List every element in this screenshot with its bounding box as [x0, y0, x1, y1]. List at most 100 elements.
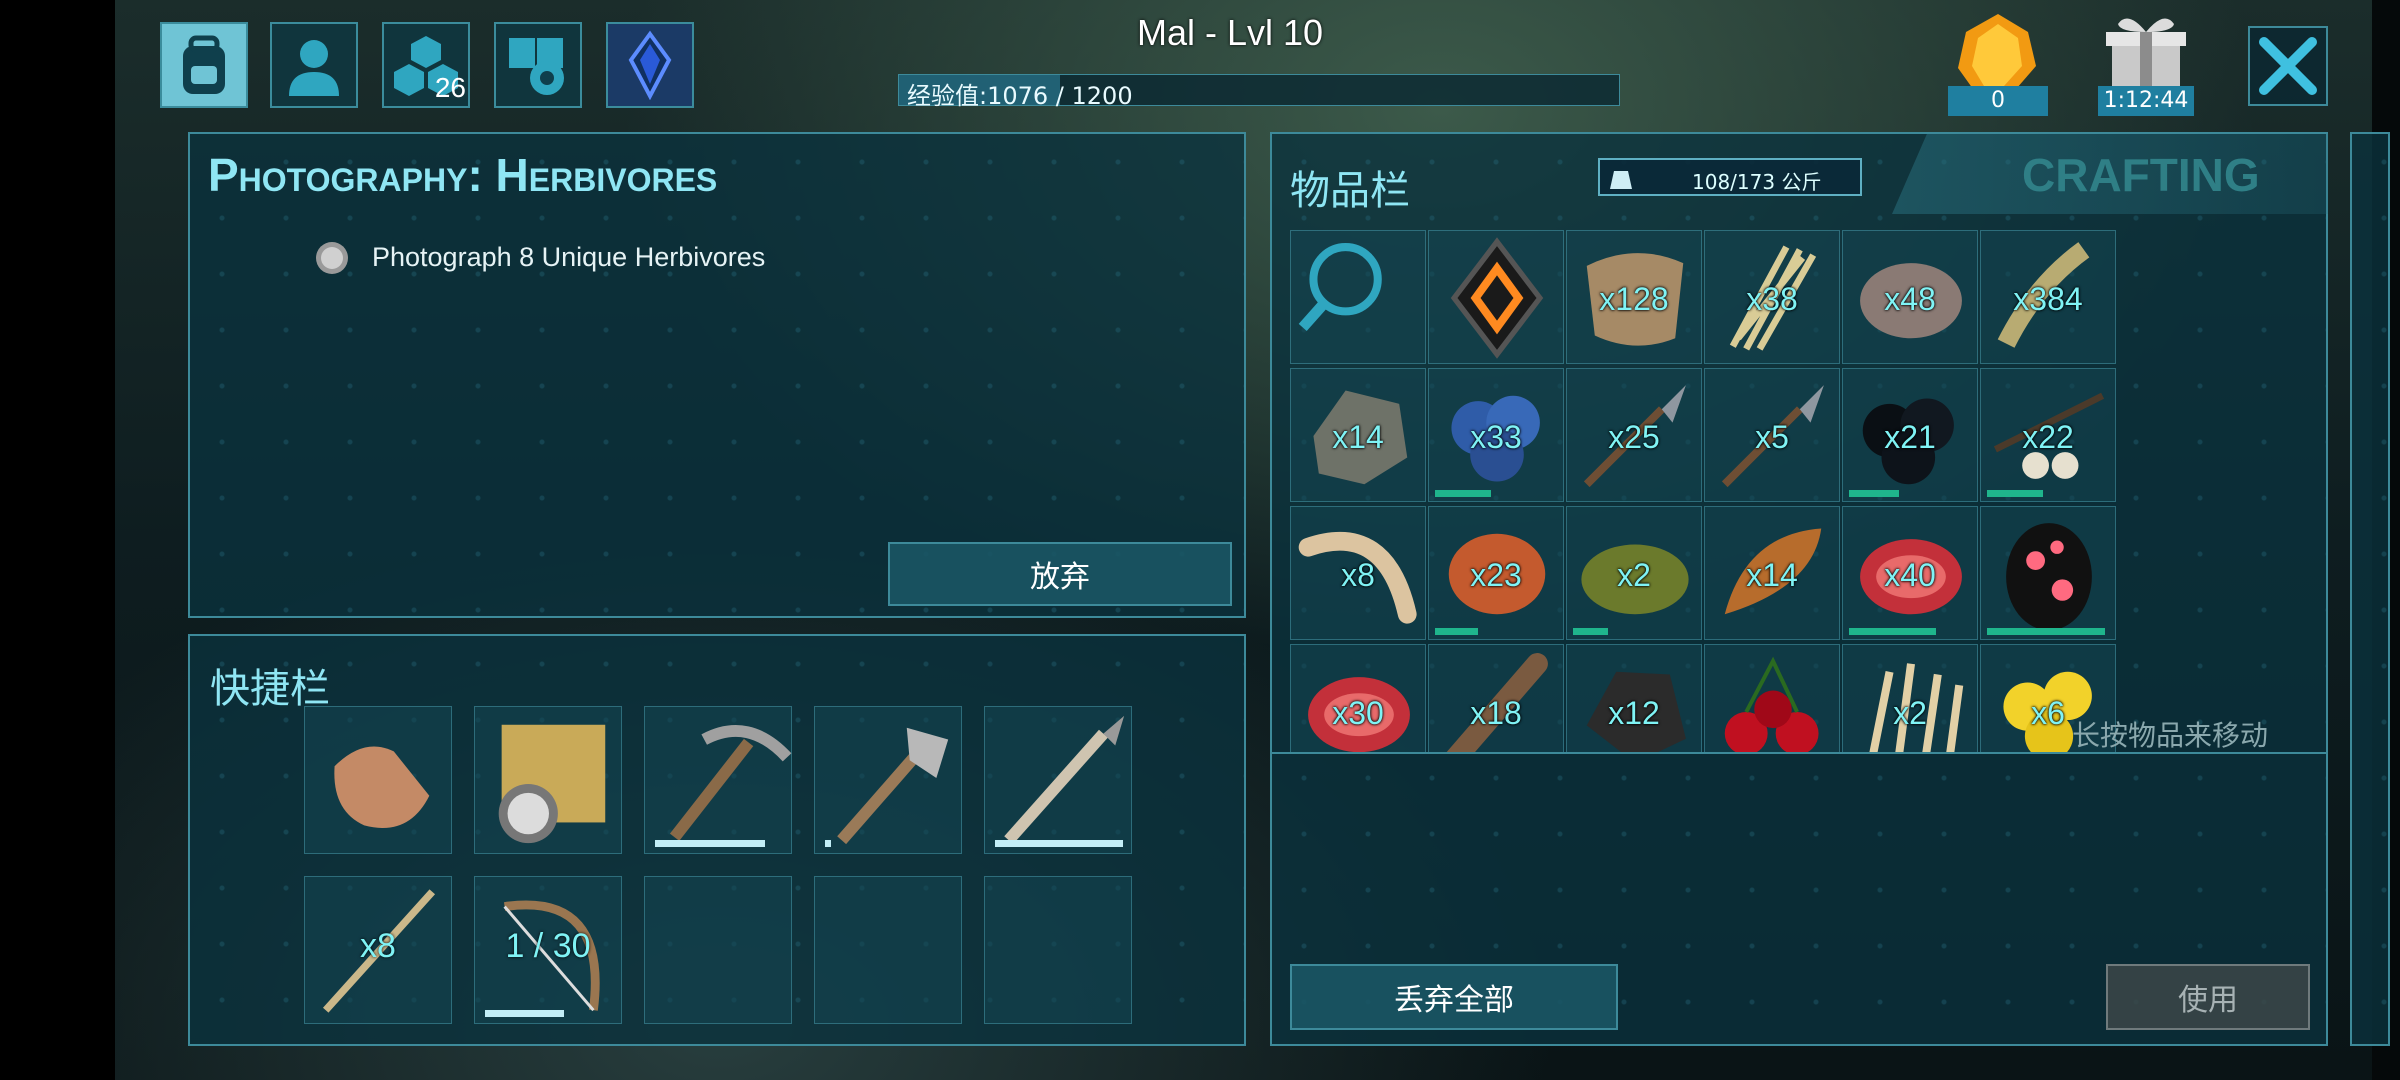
inventory-tab-button[interactable] — [160, 22, 248, 108]
inventory-slot[interactable]: x2 — [1842, 644, 1978, 752]
gift-timer[interactable]: 1:12:44 — [2098, 10, 2194, 116]
inventory-slot[interactable]: x33 — [1428, 368, 1564, 502]
item-quantity: x128 — [1599, 281, 1669, 317]
inventory-slot[interactable]: x14 — [1704, 506, 1840, 640]
spoil-timer-bar — [1435, 490, 1491, 497]
inventory-title: 物品栏 — [1290, 168, 1410, 214]
spoil-timer-bar — [1987, 490, 2043, 497]
character-tab-button[interactable] — [270, 22, 358, 108]
item-quantity: x8 — [1341, 557, 1375, 593]
durability-bar — [995, 840, 1123, 847]
weight-label: 108/173 公斤 — [1692, 170, 1822, 194]
inventory-slot[interactable] — [1704, 644, 1840, 752]
spoil-timer-bar — [1849, 490, 1899, 497]
crystal-icon — [628, 30, 672, 100]
inventory-panel: 物品栏 108/173 公斤 CRAFTING x128 x38 x48 x384 x1… — [1270, 132, 2328, 1046]
gift-box-icon — [2106, 18, 2186, 92]
mission-objective: Photograph 8 Unique Herbivores — [372, 242, 766, 272]
element-count: 0 — [1948, 86, 2048, 116]
item-quantity: x48 — [1884, 281, 1936, 317]
inventory-slot[interactable]: x384 — [1980, 230, 2116, 364]
xp-bar: 经验值:1076 / 1200 — [898, 74, 1620, 110]
inventory-slot[interactable]: x8 — [1290, 506, 1426, 640]
tribe-settings-tab-button[interactable] — [494, 22, 582, 108]
inventory-slot[interactable]: x38 — [1704, 230, 1840, 364]
spoil-timer-bar — [1987, 628, 2105, 635]
inventory-slot[interactable]: x14 — [1290, 368, 1426, 502]
inventory-slot[interactable]: x40 — [1842, 506, 1978, 640]
inventory-slot[interactable]: x18 — [1428, 644, 1564, 752]
hotbar-slot[interactable] — [814, 876, 962, 1024]
pickaxe-icon — [669, 725, 792, 841]
spear-icon — [1004, 715, 1125, 845]
divider — [1272, 752, 2326, 754]
hotbar-slot[interactable] — [814, 706, 962, 854]
hotbar-slot[interactable] — [644, 706, 792, 854]
item-quantity: x30 — [1332, 695, 1384, 731]
crafting-tab[interactable]: CRAFTING — [1892, 134, 2328, 214]
item-quantity: x22 — [2022, 419, 2074, 455]
gift-timer-label: 1:12:44 — [2098, 86, 2194, 116]
close-icon — [2259, 37, 2317, 95]
mission-title: Photography: Herbivores — [208, 149, 718, 201]
durability-bar — [825, 840, 832, 847]
explorer-notes-tab-button[interactable] — [606, 22, 694, 108]
drop-all-button[interactable]: 丢弃全部 — [1290, 964, 1618, 1030]
hotbar-slot[interactable]: 1 / 30 — [474, 876, 622, 1024]
durability-bar — [655, 840, 766, 847]
hotbar-slot[interactable] — [984, 706, 1132, 854]
inventory-slot[interactable]: x5 — [1704, 368, 1840, 502]
engrams-tab-button[interactable]: 26 — [382, 22, 470, 108]
hotbar-slot[interactable] — [644, 876, 792, 1024]
inventory-slot[interactable]: x30 — [1290, 644, 1426, 752]
weight-indicator: 108/173 公斤 — [1598, 158, 1862, 196]
hotbar-slot[interactable] — [984, 876, 1132, 1024]
inventory-slot[interactable] — [1428, 230, 1564, 364]
item-quantity: x40 — [1884, 557, 1936, 593]
inventory-slot[interactable]: x48 — [1842, 230, 1978, 364]
spoil-timer-bar — [1573, 628, 1608, 635]
hand-icon — [334, 746, 430, 829]
inventory-slot[interactable] — [1980, 506, 2116, 640]
inventory-slot[interactable]: x23 — [1428, 506, 1564, 640]
inventory-slot[interactable]: x128 — [1566, 230, 1702, 364]
spoil-timer-bar — [1435, 628, 1479, 635]
hotbar-panel: 快捷栏 x8 1 / 30 — [188, 634, 1246, 1046]
engram-points-count: 26 — [434, 72, 466, 103]
item-quantity: x2 — [1617, 557, 1651, 593]
hotbar-slot[interactable] — [304, 706, 452, 854]
xp-label: 经验值:1076 / 1200 — [907, 82, 1133, 110]
item-quantity: x12 — [1608, 695, 1660, 731]
objective-bullet-icon — [316, 242, 348, 274]
use-button[interactable]: 使用 — [2106, 964, 2310, 1030]
close-button[interactable] — [2248, 26, 2328, 106]
implant-icon — [1450, 237, 1544, 359]
item-quantity: x14 — [1332, 419, 1384, 455]
person-icon — [289, 40, 339, 96]
hotbar-quantity: x8 — [360, 927, 396, 965]
book-gear-icon — [509, 38, 564, 95]
item-quantity: x5 — [1755, 419, 1789, 455]
inventory-slot[interactable]: x2 — [1566, 506, 1702, 640]
hotbar-quantity: 1 / 30 — [505, 927, 591, 965]
inventory-slot[interactable]: x21 — [1842, 368, 1978, 502]
hotbar-slot[interactable] — [474, 706, 622, 854]
weight-icon — [1610, 171, 1632, 189]
hotbar-slot[interactable]: x8 — [304, 876, 452, 1024]
durability-bar — [485, 1010, 565, 1017]
abandon-button[interactable]: 放弃 — [888, 542, 1232, 606]
inventory-slot[interactable]: x25 — [1566, 368, 1702, 502]
cherry-icon — [1724, 656, 1819, 752]
item-quantity: x14 — [1746, 557, 1798, 593]
item-quantity: x25 — [1608, 419, 1660, 455]
inventory-grid: x128 x38 x48 x384 x14 x33 x25 x5 x21 x22 x8 x23 x2 x1… — [1290, 230, 2118, 752]
inventory-slot[interactable]: x22 — [1980, 368, 2116, 502]
hatchet-icon — [837, 727, 949, 845]
adjacent-panel-edge — [2350, 132, 2390, 1046]
element-currency[interactable]: 0 — [1948, 10, 2048, 116]
left-black-bar — [0, 0, 115, 1080]
inventory-slot[interactable]: x12 — [1566, 644, 1702, 752]
crafting-tab-label: CRAFTING — [2022, 149, 2260, 201]
inventory-slot[interactable] — [1290, 230, 1426, 364]
backpack-icon — [183, 35, 225, 94]
